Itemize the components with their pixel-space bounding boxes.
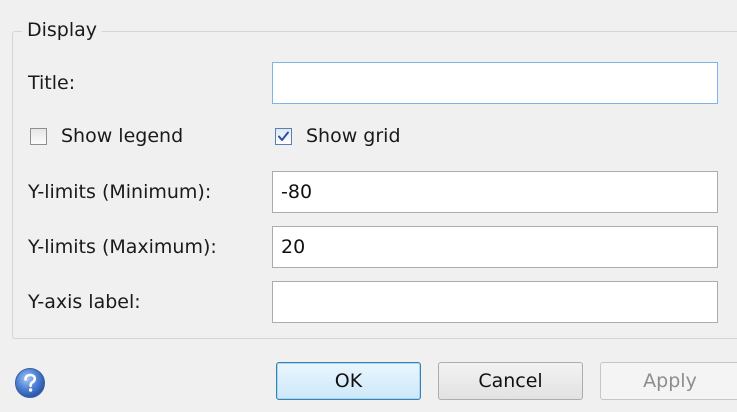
help-icon[interactable]: [14, 367, 46, 399]
show-legend-label: Show legend: [61, 125, 184, 147]
ymax-label: Y-limits (Maximum):: [28, 236, 217, 258]
show-grid-checkbox[interactable]: [275, 127, 292, 145]
checkmark-icon: [278, 131, 289, 141]
cancel-button[interactable]: Cancel: [438, 362, 583, 400]
yaxis-label-input[interactable]: [272, 281, 718, 323]
show-grid-label: Show grid: [306, 125, 401, 147]
ymin-input[interactable]: [272, 171, 718, 213]
yaxis-label-label: Y-axis label:: [28, 291, 141, 313]
show-legend-checkbox-row[interactable]: Show legend: [30, 122, 183, 150]
ymax-input[interactable]: [272, 226, 718, 268]
ymin-label: Y-limits (Minimum):: [28, 181, 212, 203]
show-legend-checkbox[interactable]: [30, 127, 47, 145]
apply-button[interactable]: Apply: [600, 362, 737, 400]
ok-button[interactable]: OK: [276, 362, 421, 400]
show-grid-checkbox-row[interactable]: Show grid: [275, 122, 401, 150]
group-title: Display: [22, 16, 103, 44]
title-label: Title:: [28, 72, 76, 94]
title-input[interactable]: [272, 62, 718, 104]
